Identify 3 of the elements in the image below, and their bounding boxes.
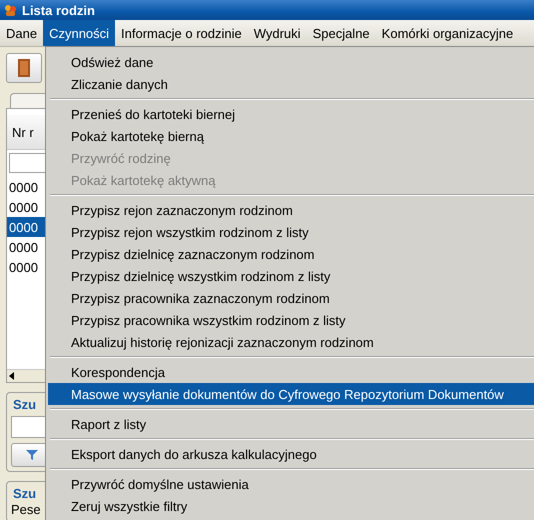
window-title: Lista rodzin (22, 2, 95, 18)
group-title: Szu (11, 486, 38, 501)
group-title: Szu (11, 397, 38, 412)
